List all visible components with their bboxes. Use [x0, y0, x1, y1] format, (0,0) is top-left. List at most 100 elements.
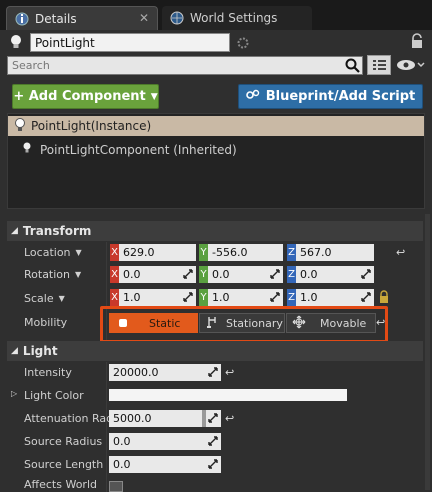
source-radius-value: 0.0	[113, 435, 131, 448]
rotation-z-value: 0.0	[300, 268, 318, 281]
axis-z-tag: Z	[287, 289, 296, 306]
affects-world-label: Affects World	[24, 477, 97, 492]
light-bulb-icon	[14, 117, 26, 135]
blueprint-button[interactable]: Blueprint/Add Script	[238, 84, 423, 109]
affects-world-checkbox[interactable]	[109, 481, 123, 492]
tree-item-component[interactable]: PointLightComponent (Inherited)	[22, 142, 237, 157]
spin-arrows-icon	[208, 413, 218, 423]
mobility-static-button[interactable]: Static	[109, 313, 198, 333]
scrollbar[interactable]	[425, 214, 430, 490]
spin-arrows-icon	[208, 459, 218, 469]
tab-bar: Details ✕ World Settings	[0, 0, 432, 30]
reset-icon[interactable]: ↩	[225, 366, 234, 379]
axis-y-tag: Y	[199, 244, 208, 261]
spin-arrows-icon	[208, 367, 218, 377]
spin-arrows-icon	[208, 436, 218, 446]
lock-icon[interactable]	[410, 33, 424, 52]
reset-icon[interactable]: ↩	[225, 412, 234, 425]
intensity-label: Intensity	[24, 362, 72, 382]
tab-world-settings[interactable]: World Settings	[162, 6, 312, 30]
tree-item-component-label: PointLightComponent (Inherited)	[40, 142, 237, 157]
component-tree: PointLight(Instance) PointLightComponent…	[7, 113, 425, 209]
intensity-value: 20000.0	[113, 366, 159, 379]
scale-x-value: 1.0	[123, 291, 141, 304]
search-input[interactable]: Search	[7, 56, 363, 75]
eye-icon[interactable]	[396, 58, 426, 75]
mobility-static-label: Static	[149, 316, 181, 330]
mobility-stationary-label: Stationary	[226, 316, 283, 330]
source-length-label-text: Source Length	[24, 457, 104, 471]
source-radius-field[interactable]: 0.0	[109, 433, 221, 450]
source-length-field[interactable]: 0.0	[109, 456, 221, 473]
location-label-text: Location	[24, 245, 71, 259]
scale-y-field[interactable]: Y 1.0	[199, 289, 283, 306]
scale-z-field[interactable]: Z 1.0	[287, 289, 374, 306]
tree-item-instance[interactable]: PointLight(Instance)	[8, 116, 424, 136]
actor-name-input[interactable]	[30, 33, 230, 52]
globe-icon	[170, 11, 184, 25]
attenuation-field[interactable]: 5000.0	[109, 410, 221, 427]
spin-arrows-icon	[270, 269, 280, 279]
rotation-x-field[interactable]: X 0.0	[110, 266, 196, 283]
chevron-down-icon: ▼	[75, 247, 82, 257]
light-section-header[interactable]: ◢ Light	[7, 341, 423, 361]
grid-view-icon[interactable]	[367, 55, 391, 75]
location-z-value: 567.0	[296, 244, 374, 261]
scale-x-field[interactable]: X 1.0	[110, 289, 196, 306]
location-z-field[interactable]: Z 567.0	[287, 244, 374, 261]
close-icon[interactable]: ✕	[139, 11, 149, 25]
source-length-label: Source Length	[24, 454, 103, 474]
details-icon	[15, 12, 29, 26]
axis-z-tag: Z	[287, 244, 296, 261]
mobility-label-text: Mobility	[24, 315, 68, 329]
scale-label[interactable]: Scale ▼	[24, 288, 65, 308]
rotation-label-text: Rotation	[24, 267, 71, 281]
location-y-field[interactable]: Y -556.0	[199, 244, 283, 261]
location-x-value: 629.0	[119, 244, 196, 261]
gear-icon[interactable]	[236, 36, 250, 53]
light-color-swatch[interactable]	[109, 389, 347, 401]
add-component-label: + Add Component	[13, 89, 146, 104]
light-color-label-text: Light Color	[24, 388, 84, 402]
rotation-label[interactable]: Rotation ▼	[24, 264, 81, 284]
tab-world-settings-label: World Settings	[190, 11, 278, 25]
mobility-movable-button[interactable]: Movable	[286, 313, 376, 333]
spin-arrows-icon	[183, 269, 193, 279]
add-component-button[interactable]: + Add Component ▼	[12, 84, 159, 109]
expand-arrow-icon[interactable]: ▷	[11, 389, 17, 398]
collapse-arrow-icon: ◢	[11, 346, 18, 356]
axis-y-tag: Y	[199, 289, 208, 306]
stationary-icon	[206, 315, 218, 332]
chevron-down-icon: ▼	[150, 91, 158, 102]
scale-y-value: 1.0	[212, 291, 230, 304]
spin-arrows-icon	[183, 292, 193, 302]
rotation-z-field[interactable]: Z 0.0	[287, 266, 374, 283]
location-x-field[interactable]: X 629.0	[110, 244, 196, 261]
source-radius-label: Source Radius	[24, 431, 102, 451]
tab-details[interactable]: Details ✕	[6, 6, 158, 30]
intensity-field[interactable]: 20000.0	[109, 364, 221, 381]
tab-details-label: Details	[35, 11, 77, 26]
transform-section-header[interactable]: ◢ Transform	[7, 221, 423, 241]
axis-x-tag: X	[110, 289, 119, 306]
scale-z-value: 1.0	[300, 291, 318, 304]
blueprint-label: Blueprint/Add Script	[265, 89, 416, 104]
axis-y-tag: Y	[199, 266, 208, 283]
affects-world-label-text: Affects World	[24, 478, 97, 491]
move-arrows-icon	[292, 315, 306, 332]
chevron-down-icon: ▼	[58, 293, 65, 303]
source-radius-label-text: Source Radius	[24, 434, 103, 448]
rotation-y-field[interactable]: Y 0.0	[199, 266, 283, 283]
search-icon[interactable]	[345, 58, 360, 76]
slider-handle[interactable]	[202, 410, 206, 427]
lock-scale-icon[interactable]	[379, 290, 389, 307]
reset-icon[interactable]: ↩	[396, 246, 405, 259]
location-label[interactable]: Location ▼	[24, 242, 82, 262]
light-header-label: Light	[22, 344, 58, 358]
mobility-stationary-button[interactable]: Stationary	[199, 313, 285, 333]
attenuation-label: Attenuation Rad	[24, 408, 113, 428]
light-color-label: Light Color	[24, 385, 84, 405]
axis-z-tag: Z	[287, 266, 296, 283]
mobility-movable-label: Movable	[320, 316, 367, 330]
reset-icon[interactable]: ↩	[376, 316, 385, 329]
